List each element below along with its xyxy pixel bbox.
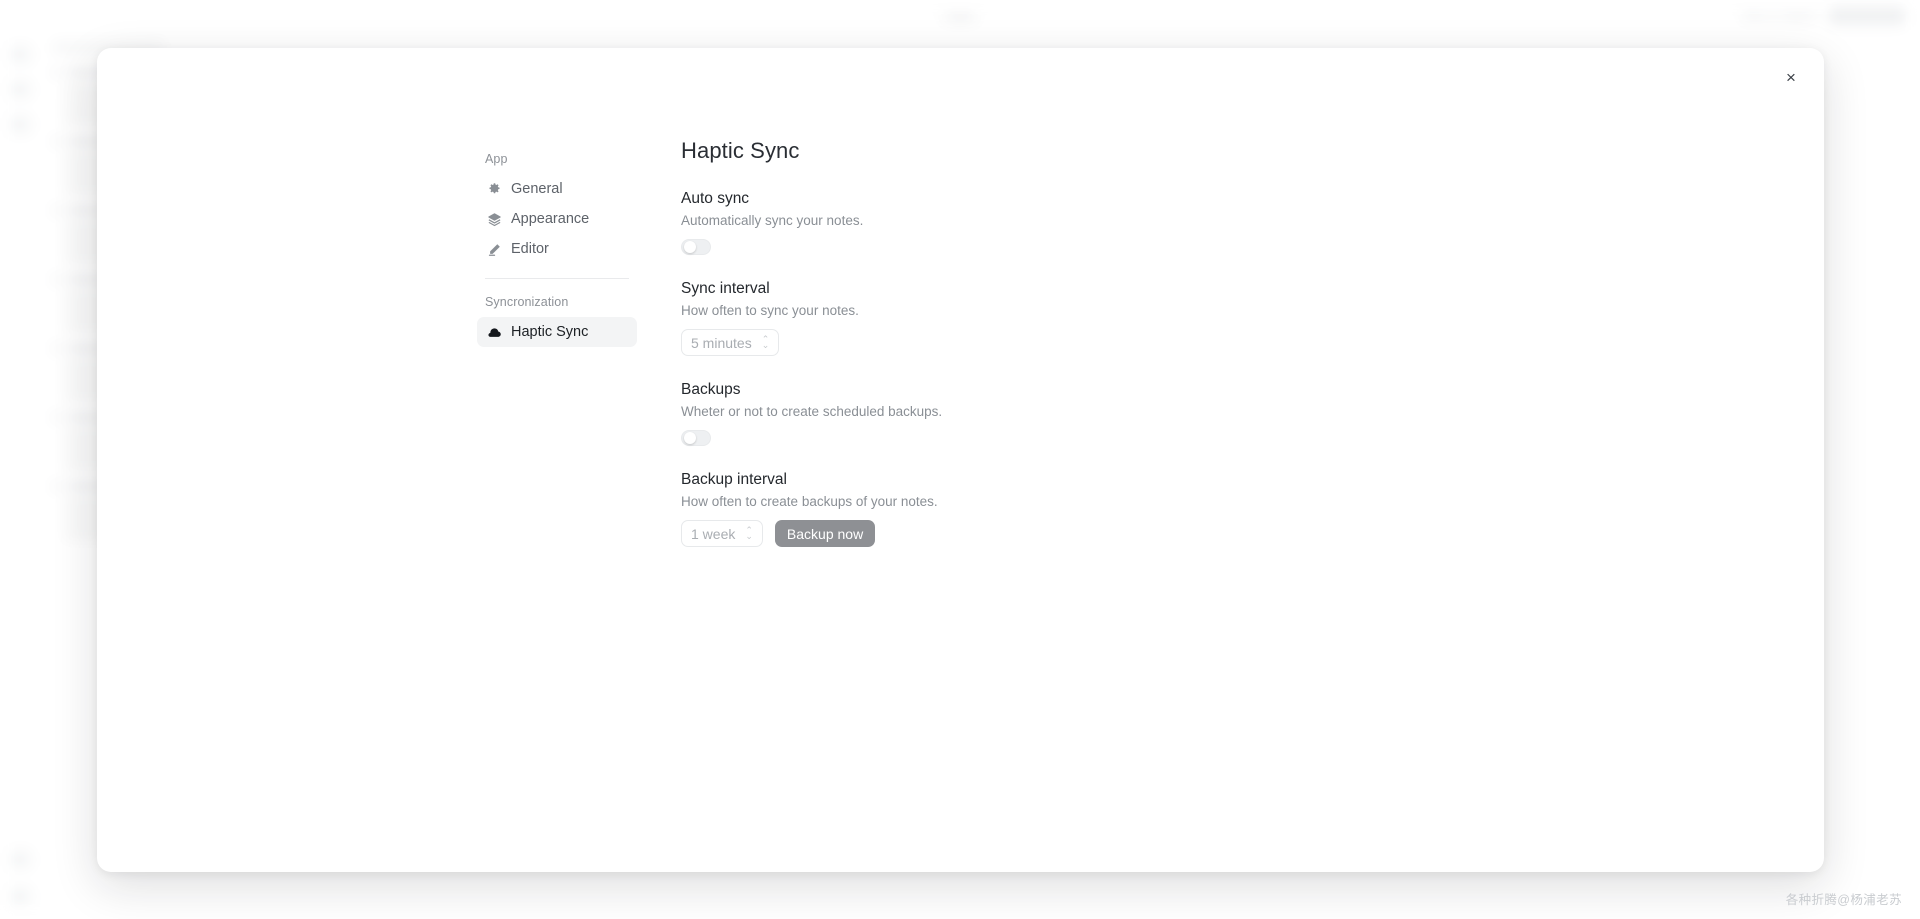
select-value: 1 week xyxy=(691,525,736,542)
watermark: 各种折腾@杨浦老苏 xyxy=(1785,893,1902,907)
background-rail-icon xyxy=(10,81,30,98)
settings-content: Haptic Sync Auto sync Automatically sync… xyxy=(681,110,1824,572)
chevron-right-icon xyxy=(54,275,61,283)
setting-title: Backup interval xyxy=(681,471,787,488)
chevron-right-icon xyxy=(54,413,61,421)
sidebar-section-label-syncronization: Syncronization xyxy=(485,295,569,309)
palette-icon xyxy=(487,212,502,227)
chevron-right-icon xyxy=(54,482,61,490)
sidebar-item-appearance[interactable]: Appearance xyxy=(477,204,637,234)
setting-description: Automatically sync your notes. xyxy=(681,213,864,228)
setting-backups: Backups Wheter or not to create schedule… xyxy=(681,381,1824,446)
background-icon-rail xyxy=(0,34,40,919)
sidebar-item-label: Appearance xyxy=(511,211,590,227)
setting-title: Sync interval xyxy=(681,280,770,297)
background-rail-icon xyxy=(10,851,30,868)
backup-now-button[interactable]: Backup now xyxy=(774,520,876,547)
setting-description: How often to create backups of your note… xyxy=(681,494,938,509)
setting-backup-interval: Backup interval How often to create back… xyxy=(681,471,1824,547)
setting-description: How often to sync your notes. xyxy=(681,303,859,318)
background-app-title: Haptic xyxy=(944,11,976,23)
sidebar-item-haptic-sync[interactable]: Haptic Sync xyxy=(477,317,637,347)
sidebar-divider xyxy=(485,278,629,279)
background-primary-button xyxy=(1828,6,1906,25)
setting-description: Wheter or not to create scheduled backup… xyxy=(681,404,943,419)
chevron-right-icon xyxy=(54,344,61,352)
backups-toggle[interactable] xyxy=(681,430,711,446)
setting-controls: 1 week ⌃ ⌄ Backup now xyxy=(681,520,1824,547)
toggle-knob xyxy=(684,241,696,253)
setting-auto-sync: Auto sync Automatically sync your notes. xyxy=(681,190,1824,255)
settings-sidebar: App General Appearance Editor Syncroniza… xyxy=(477,110,637,572)
cloud-icon xyxy=(487,325,502,340)
sidebar-item-label: Haptic Sync xyxy=(511,324,589,340)
sidebar-item-label: Editor xyxy=(511,241,549,257)
chevron-right-icon xyxy=(54,206,61,214)
background-topbar: Haptic xyxy=(0,0,1920,34)
chevron-right-icon xyxy=(54,68,61,76)
setting-title: Backups xyxy=(681,381,741,398)
setting-controls xyxy=(681,430,1824,446)
gear-icon xyxy=(487,182,502,197)
background-new-to-haptic-link: New to Haptic? xyxy=(1743,9,1818,22)
close-icon[interactable]: × xyxy=(1776,62,1806,92)
background-rail-icon xyxy=(10,888,30,905)
pencil-icon xyxy=(487,242,502,257)
background-topbar-right: New to Haptic? xyxy=(1743,6,1906,25)
toggle-knob xyxy=(684,432,696,444)
page-title: Haptic Sync xyxy=(681,138,800,163)
sidebar-item-editor[interactable]: Editor xyxy=(477,234,637,264)
background-rail-icon xyxy=(10,116,30,133)
chevron-right-icon xyxy=(54,137,61,145)
chevron-up-down-icon: ⌃ ⌄ xyxy=(761,333,770,350)
setting-sync-interval: Sync interval How often to sync your not… xyxy=(681,280,1824,356)
chevron-up-down-icon: ⌃ ⌄ xyxy=(745,524,753,541)
background-rail-bottom xyxy=(0,851,40,905)
sidebar-item-label: General xyxy=(511,181,563,197)
auto-sync-toggle[interactable] xyxy=(681,239,711,255)
backup-interval-select[interactable]: 1 week ⌃ ⌄ xyxy=(681,520,763,547)
settings-modal: × App General Appearance Editor Syncroni… xyxy=(97,48,1824,872)
sync-interval-select[interactable]: 5 minutes ⌃ ⌄ xyxy=(681,329,780,356)
setting-controls xyxy=(681,239,1824,255)
setting-controls: 5 minutes ⌃ ⌄ xyxy=(681,329,1824,356)
sidebar-section-label-app: App xyxy=(485,152,508,166)
settings-modal-body: App General Appearance Editor Syncroniza… xyxy=(97,48,1824,572)
sidebar-item-general[interactable]: General xyxy=(477,174,637,204)
setting-title: Auto sync xyxy=(681,190,750,207)
select-value: 5 minutes xyxy=(691,334,752,351)
background-rail-icon xyxy=(10,46,30,63)
